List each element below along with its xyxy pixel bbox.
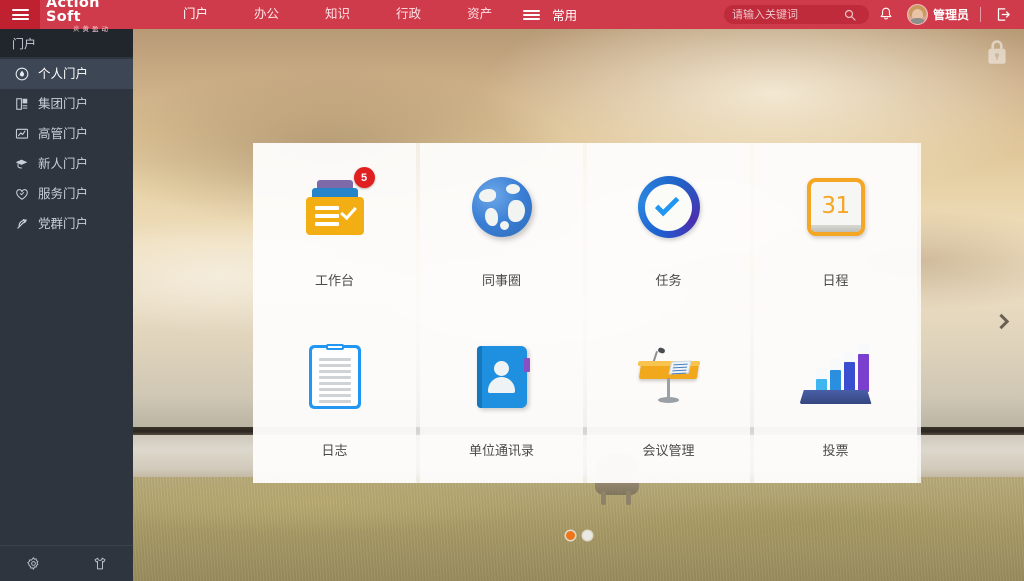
avatar — [906, 4, 928, 25]
tile-badge: 5 — [353, 167, 375, 188]
presentation-icon — [14, 127, 29, 142]
tile-worktable[interactable]: 5 工作台 — [253, 143, 420, 313]
lock-button[interactable] — [984, 37, 1010, 72]
hammer-sickle-icon — [14, 217, 29, 232]
settings-button[interactable] — [0, 556, 67, 571]
user-menu[interactable]: 管理员 — [906, 4, 969, 25]
search-input[interactable] — [731, 8, 844, 21]
tshirt-icon — [94, 557, 106, 570]
nav-item-office[interactable]: 办公 — [231, 0, 302, 29]
hamburger-icon — [11, 7, 29, 23]
tile-meeting-management[interactable]: 会议管理 — [587, 313, 754, 483]
calendar-icon: 31 — [806, 178, 865, 236]
nav-more-button[interactable] — [515, 8, 548, 22]
sidebar-item-label: 新人门户 — [38, 157, 89, 171]
tile-label: 工作台 — [314, 273, 354, 288]
pagination-dot-2[interactable] — [582, 531, 592, 540]
building-icon — [14, 97, 29, 112]
worktable-folders-icon: 5 — [304, 167, 375, 238]
sidebar-item-group-portal[interactable]: 集团门户 — [0, 89, 133, 119]
sidebar-menu: 个人门户 集团门户 高管门户 新人门户 服务门户 党群门户 — [0, 57, 133, 545]
sidebar-item-label: 高管门户 — [38, 127, 89, 141]
top-header-bar: Action Soft 炎黄盈动 门户 办公 知识 行政 资产 常用 请输入关键… — [0, 0, 1024, 33]
background-grassland — [133, 477, 1024, 581]
portal-page: Action Soft 炎黄盈动 门户 办公 知识 行政 资产 常用 请输入关键… — [0, 0, 1024, 581]
app-tile-grid: 5 工作台 同事圈 任务 31 日程 日志 单位通讯录 会议管理 投票 — [253, 143, 921, 483]
portal-desktop: 5 工作台 同事圈 任务 31 日程 日志 单位通讯录 会议管理 投票 — [133, 29, 1024, 581]
next-page-button[interactable] — [988, 301, 1014, 341]
bell-icon — [880, 7, 892, 20]
sidebar-item-label: 个人门户 — [38, 67, 89, 81]
nav-item-admin[interactable]: 行政 — [373, 0, 444, 29]
tile-label: 单位通讯录 — [468, 443, 534, 458]
pagination-dots — [133, 531, 1024, 540]
header-divider — [980, 7, 981, 22]
sidebar-title: 门户 — [0, 29, 133, 57]
graduation-cap-icon — [14, 157, 29, 172]
lock-icon — [988, 40, 1006, 64]
podium-icon — [634, 346, 704, 407]
sidebar-item-executive-portal[interactable]: 高管门户 — [0, 119, 133, 149]
chevron-right-icon — [993, 313, 1009, 329]
tile-label: 日程 — [822, 273, 849, 288]
tile-label: 任务 — [655, 273, 682, 288]
bar-chart-vote-icon — [799, 343, 872, 406]
hamburger-icon — [523, 8, 541, 22]
brand-logo[interactable]: Action Soft 炎黄盈动 — [46, 0, 138, 33]
tile-label: 日志 — [321, 443, 348, 458]
tile-journal[interactable]: 日志 — [253, 313, 420, 483]
tile-label: 会议管理 — [642, 443, 695, 458]
sidebar-item-label: 集团门户 — [38, 97, 89, 111]
menu-toggle-button[interactable] — [0, 0, 40, 29]
brand-subtitle: 炎黄盈动 — [73, 25, 111, 33]
nav-item-assets[interactable]: 资产 — [444, 0, 515, 29]
sidebar-item-label: 党群门户 — [38, 217, 89, 231]
check-circle-icon — [637, 176, 700, 238]
theme-skin-button[interactable] — [67, 556, 134, 571]
tile-schedule[interactable]: 31 日程 — [754, 143, 921, 313]
username-label: 管理员 — [932, 8, 969, 22]
tile-vote[interactable]: 投票 — [754, 313, 921, 483]
main-navigation: 门户 办公 知识 行政 资产 常用 — [160, 0, 583, 29]
gear-icon — [27, 557, 39, 570]
brand-name: Action Soft — [46, 0, 100, 25]
search-box[interactable] — [723, 5, 869, 24]
calendar-day-number: 31 — [821, 192, 850, 219]
header-right-tools: 管理员 — [723, 0, 1024, 29]
sidebar-footer — [0, 545, 133, 581]
heart-shield-icon — [14, 187, 29, 202]
nav-item-knowledge[interactable]: 知识 — [302, 0, 373, 29]
logout-icon — [997, 8, 1010, 21]
search-icon — [844, 9, 856, 21]
tile-tasks[interactable]: 任务 — [587, 143, 754, 313]
sidebar-item-service-portal[interactable]: 服务门户 — [0, 179, 133, 209]
nav-item-common[interactable]: 常用 — [548, 5, 583, 24]
sidebar-item-newcomer-portal[interactable]: 新人门户 — [0, 149, 133, 179]
sidebar-item-personal-portal[interactable]: 个人门户 — [0, 59, 133, 89]
pagination-dot-1[interactable] — [565, 531, 575, 540]
address-book-icon — [476, 346, 530, 408]
tile-label: 投票 — [822, 443, 849, 458]
sidebar-item-label: 服务门户 — [38, 187, 89, 201]
logout-button[interactable] — [992, 0, 1014, 29]
notifications-button[interactable] — [869, 0, 903, 29]
tile-address-book[interactable]: 单位通讯录 — [420, 313, 587, 483]
nav-item-portal[interactable]: 门户 — [160, 0, 231, 29]
clipboard-icon — [308, 344, 361, 409]
globe-icon — [471, 177, 532, 237]
home-person-icon — [14, 67, 29, 82]
left-sidebar: 门户 个人门户 集团门户 高管门户 新人门户 服务门户 党群门户 — [0, 29, 133, 581]
sidebar-item-party-portal[interactable]: 党群门户 — [0, 209, 133, 239]
tile-label: 同事圈 — [481, 273, 521, 288]
tile-colleague-circle[interactable]: 同事圈 — [420, 143, 587, 313]
